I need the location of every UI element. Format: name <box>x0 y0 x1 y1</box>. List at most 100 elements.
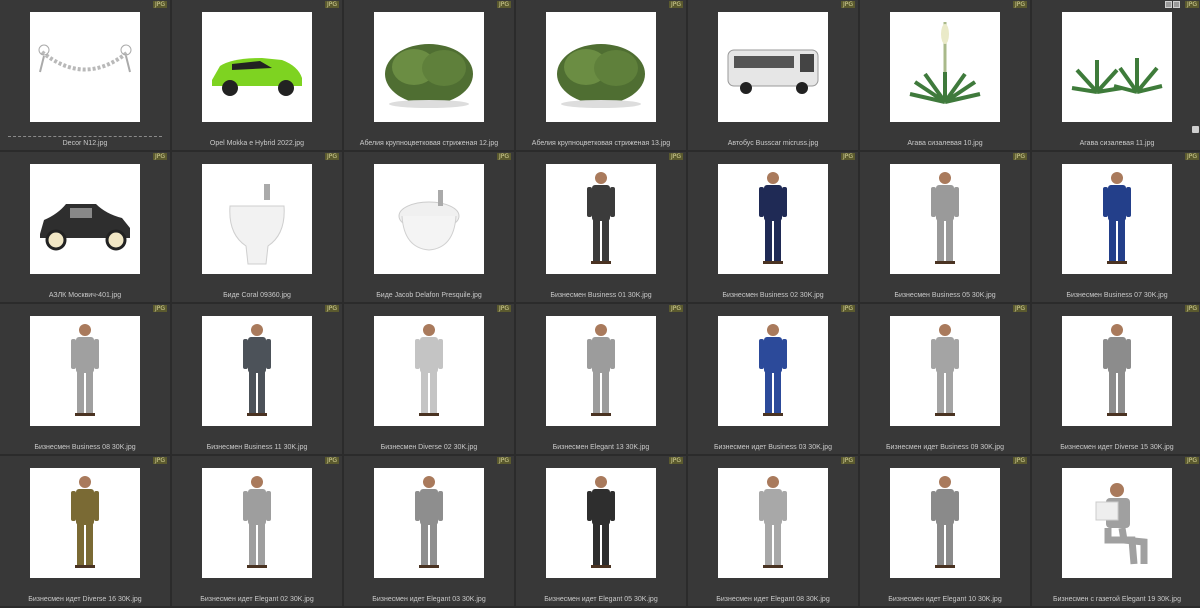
person-icon <box>890 468 1000 578</box>
file-name: Агава сизалевая 11.jpg <box>1079 140 1155 147</box>
bush-icon <box>374 12 484 122</box>
thumbnail-cell[interactable]: JPG Бизнесмен идет Elegant 05 30K.jpg <box>516 456 686 606</box>
thumbnail-cell[interactable]: JPG Бизнесмен идет Elegant 10 30K.jpg <box>860 456 1030 606</box>
file-name: Бизнесмен Business 08 30K.jpg <box>34 444 136 451</box>
person-icon <box>30 316 140 426</box>
thumbnail-cell[interactable]: JPG Opel Mokka e Hybrid 2022.jpg <box>172 0 342 150</box>
file-type-badge: JPG <box>1184 153 1199 160</box>
file-type-badge: JPG <box>668 153 683 160</box>
file-name: Бизнесмен идет Business 09 30K.jpg <box>885 444 1005 451</box>
file-name: Бизнесмен с газетой Elegant 19 30K.jpg <box>1053 596 1181 603</box>
thumbnail-cell[interactable]: JPG Биде Jacob Delafon Presquile.jpg <box>344 152 514 302</box>
file-name: Автобус Busscar micruss.jpg <box>727 140 819 147</box>
person-icon <box>546 164 656 274</box>
square-icon[interactable] <box>1165 1 1172 8</box>
file-name: Бизнесмен Business 05 30K.jpg <box>894 292 996 299</box>
person-icon <box>1062 164 1172 274</box>
file-type-badge: JPG <box>1184 305 1199 312</box>
checkbox-icon[interactable] <box>1192 126 1199 133</box>
thumbnail-cell[interactable]: JPG Агава сизалевая 11.jpg <box>1032 0 1200 150</box>
file-type-badge: JPG <box>496 1 511 8</box>
person-icon <box>202 316 312 426</box>
file-type-badge: JPG <box>1184 457 1199 464</box>
file-type-badge: JPG <box>668 1 683 8</box>
file-name: Бизнесмен идет Elegant 05 30K.jpg <box>544 596 658 603</box>
file-type-badge: JPG <box>840 1 855 8</box>
file-name: Абелия крупноцветковая стриженая 12.jpg <box>359 140 499 147</box>
person-icon <box>202 468 312 578</box>
file-name: Decor N12.jpg <box>62 140 108 147</box>
bidet2-icon <box>374 164 484 274</box>
thumbnail-cell[interactable]: JPG Бизнесмен Diverse 02 30K.jpg <box>344 304 514 454</box>
thumbnail-cell[interactable]: JPG Бизнесмен Business 01 30K.jpg <box>516 152 686 302</box>
thumbnail-cell[interactable]: JPG Бизнесмен идет Diverse 16 30K.jpg <box>0 456 170 606</box>
file-name: Абелия крупноцветковая стриженая 13.jpg <box>531 140 671 147</box>
thumbnail-cell[interactable]: JPG Абелия крупноцветковая стриженая 12.j… <box>344 0 514 150</box>
thumbnail-cell[interactable]: JPG АЗЛК Москвич-401.jpg <box>0 152 170 302</box>
person-icon <box>374 316 484 426</box>
thumbnail-cell[interactable]: JPG Бизнесмен Business 02 30K.jpg <box>688 152 858 302</box>
thumbnail-cell[interactable]: JPG Бизнесмен Business 11 30K.jpg <box>172 304 342 454</box>
file-type-badge: JPG <box>324 153 339 160</box>
file-name: Бизнесмен Business 02 30K.jpg <box>722 292 824 299</box>
file-name: Агава сизалевая 10.jpg <box>907 140 983 147</box>
thumbnail-cell[interactable]: JPG Бизнесмен идет Business 03 30K.jpg <box>688 304 858 454</box>
file-name: Бизнесмен идет Diverse 16 30K.jpg <box>28 596 142 603</box>
divider <box>8 136 162 138</box>
file-type-badge: JPG <box>496 153 511 160</box>
thumbnail-cell[interactable]: JPG Абелия крупноцветковая стриженая 13.j… <box>516 0 686 150</box>
person-icon <box>374 468 484 578</box>
file-type-badge: JPG <box>840 305 855 312</box>
file-type-badge: JPG <box>152 153 167 160</box>
thumbnail-grid: JPG Decor N12.jpg JPG Opel Mokka e Hybrid 2… <box>0 0 1200 608</box>
file-type-badge: JPG <box>840 457 855 464</box>
person-icon <box>718 164 828 274</box>
file-type-badge: JPG <box>668 457 683 464</box>
agave-tall-icon <box>890 12 1000 122</box>
bush-icon <box>546 12 656 122</box>
person-icon <box>1062 316 1172 426</box>
thumbnail-cell[interactable]: JPG Автобус Busscar micruss.jpg <box>688 0 858 150</box>
thumbnail-cell[interactable]: JPG Бизнесмен идет Elegant 08 30K.jpg <box>688 456 858 606</box>
person-icon <box>546 468 656 578</box>
thumbnail-cell[interactable]: JPG Бизнесмен идет Elegant 03 30K.jpg <box>344 456 514 606</box>
person-icon <box>30 468 140 578</box>
garland-icon <box>30 12 140 122</box>
edit-icon[interactable] <box>1173 1 1180 8</box>
thumbnail-cell[interactable]: JPG Decor N12.jpg <box>0 0 170 150</box>
file-type-badge: JPG <box>152 457 167 464</box>
file-type-badge: JPG <box>1012 153 1027 160</box>
thumbnail-cell[interactable]: JPG Биде Coral 09360.jpg <box>172 152 342 302</box>
thumbnail-cell[interactable]: JPG Бизнесмен Business 07 30K.jpg <box>1032 152 1200 302</box>
file-name: Бизнесмен Business 07 30K.jpg <box>1066 292 1168 299</box>
car-vintage-icon <box>30 164 140 274</box>
file-type-badge: JPG <box>324 1 339 8</box>
thumbnail-cell[interactable]: JPG Бизнесмен идет Elegant 02 30K.jpg <box>172 456 342 606</box>
thumbnail-cell[interactable]: JPG Бизнесмен Business 05 30K.jpg <box>860 152 1030 302</box>
file-type-badge: JPG <box>152 1 167 8</box>
person-icon <box>890 316 1000 426</box>
file-name: АЗЛК Москвич-401.jpg <box>48 292 122 299</box>
person-icon <box>718 316 828 426</box>
file-type-badge: JPG <box>324 305 339 312</box>
file-type-badge: JPG <box>324 457 339 464</box>
bus-icon <box>718 12 828 122</box>
thumbnail-cell[interactable]: JPG Агава сизалевая 10.jpg <box>860 0 1030 150</box>
file-name: Бизнесмен идет Elegant 10 30K.jpg <box>888 596 1002 603</box>
thumbnail-cell[interactable]: JPG Бизнесмен Business 08 30K.jpg <box>0 304 170 454</box>
file-name: Opel Mokka e Hybrid 2022.jpg <box>209 140 305 147</box>
thumbnail-cell[interactable]: JPG Бизнесмен идет Diverse 15 30K.jpg <box>1032 304 1200 454</box>
file-type-badge: JPG <box>152 305 167 312</box>
file-type-badge: JPG <box>1012 457 1027 464</box>
person-icon <box>890 164 1000 274</box>
thumbnail-cell[interactable]: JPG Бизнесмен идет Business 09 30K.jpg <box>860 304 1030 454</box>
file-name: Бизнесмен идет Business 03 30K.jpg <box>713 444 833 451</box>
file-type-badge: JPG <box>1012 305 1027 312</box>
thumbnail-cell[interactable]: JPG Бизнесмен Elegant 13 30K.jpg <box>516 304 686 454</box>
thumbnail-cell[interactable]: JPG Бизнесмен с газетой Elegant 19 30K.jp… <box>1032 456 1200 606</box>
file-name: Бизнесмен идет Elegant 03 30K.jpg <box>372 596 486 603</box>
person-sitting-icon <box>1062 468 1172 578</box>
cell-action-icons[interactable] <box>1165 1 1180 8</box>
file-name: Бизнесмен идет Diverse 15 30K.jpg <box>1060 444 1174 451</box>
bidet-icon <box>202 164 312 274</box>
